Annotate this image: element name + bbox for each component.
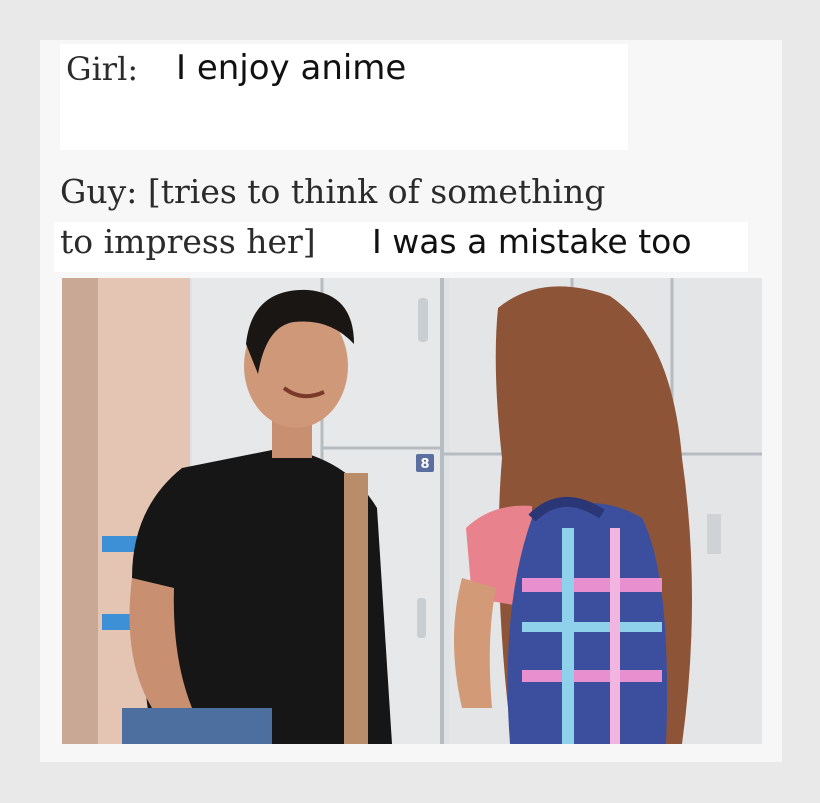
locker-number: 8 xyxy=(420,457,429,472)
girl-text: I enjoy anime xyxy=(176,48,407,88)
strap xyxy=(344,473,368,744)
door-frame xyxy=(62,278,98,744)
school-hallway-photo: 8 xyxy=(62,278,762,744)
girl-label: Girl: xyxy=(66,50,139,88)
guy-reply: I was a mistake too xyxy=(372,222,692,261)
photo-illustration: 8 xyxy=(62,278,762,744)
guy-line-1: Guy: [tries to think of something xyxy=(60,172,606,211)
guy-line-2: to impress her] xyxy=(60,222,316,261)
backpack xyxy=(507,497,667,744)
